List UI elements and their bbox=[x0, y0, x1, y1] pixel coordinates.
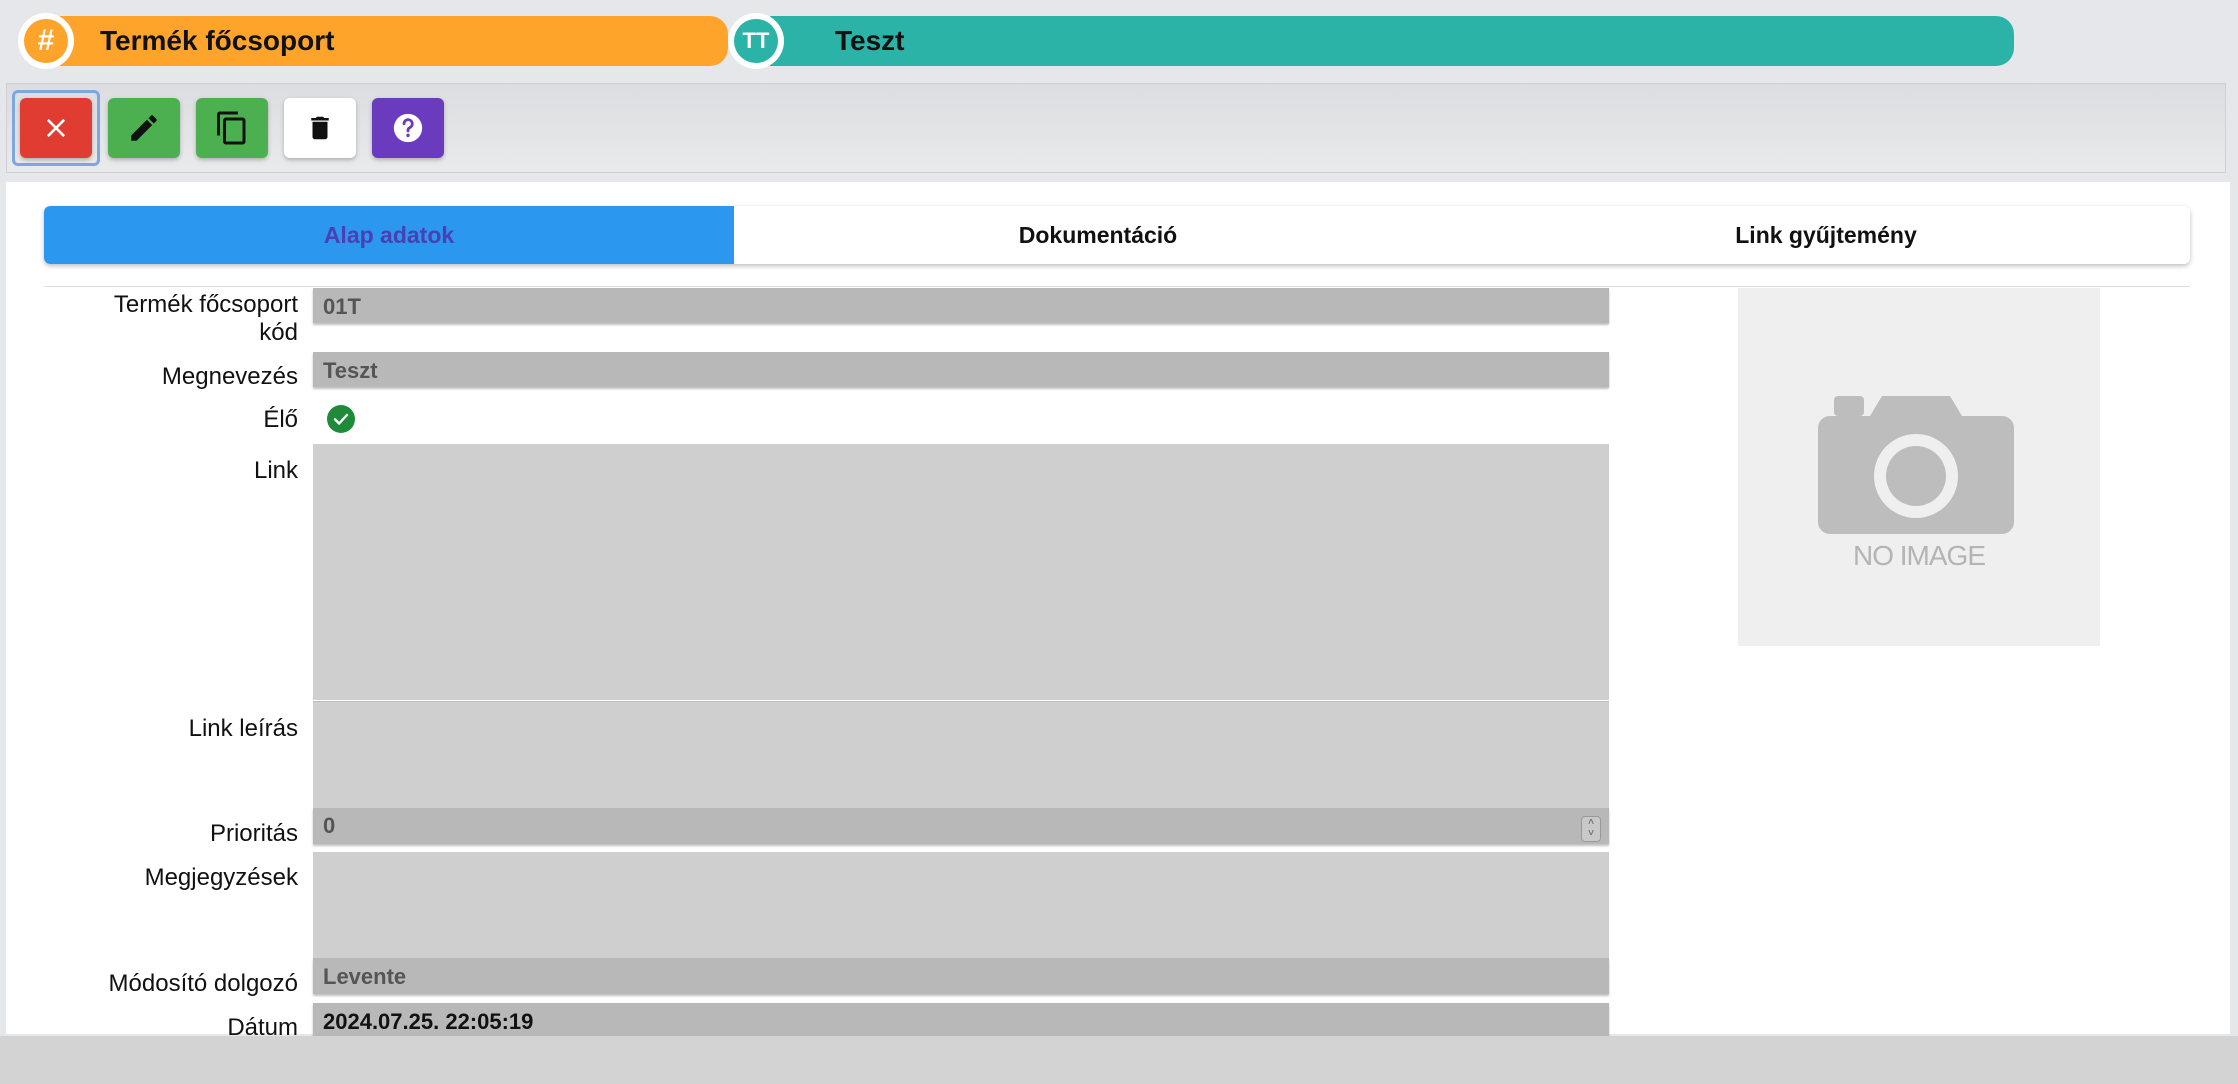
name-icon-badge: TT bbox=[728, 13, 784, 69]
modifier-label: Módosító dolgozó bbox=[108, 970, 298, 997]
link-description-label: Link leírás bbox=[188, 715, 298, 742]
camera-icon bbox=[1818, 396, 2014, 534]
code-field[interactable]: 01T bbox=[313, 288, 1609, 323]
chevron-up-icon[interactable]: ˄ bbox=[1582, 817, 1600, 828]
priority-label: Prioritás bbox=[209, 820, 298, 847]
chevron-down-icon[interactable]: ˅ bbox=[1582, 828, 1600, 839]
link-label: Link bbox=[253, 457, 298, 484]
help-icon bbox=[393, 113, 423, 143]
name-title: Teszt bbox=[835, 25, 905, 56]
code-label-line1: Termék főcsoport bbox=[113, 291, 298, 318]
notes-textarea[interactable] bbox=[313, 852, 1609, 958]
date-field: 2024.07.25. 22:05:19 bbox=[313, 1003, 1609, 1036]
priority-stepper[interactable]: ˄ ˅ bbox=[1581, 816, 1601, 842]
trash-icon bbox=[311, 116, 329, 140]
help-button[interactable] bbox=[372, 98, 444, 158]
priority-value: 0 bbox=[323, 813, 336, 838]
link-description-textarea[interactable] bbox=[313, 702, 1609, 808]
divider bbox=[44, 286, 2190, 287]
tab-bar: Alap adatok Dokumentáció Link gyűjtemény bbox=[44, 206, 2190, 264]
check-icon bbox=[333, 413, 349, 425]
code-label-line2: kód bbox=[259, 319, 298, 346]
name-pill: Teszt bbox=[770, 16, 2014, 66]
modifier-field: Levente bbox=[313, 958, 1609, 994]
text-format-icon: TT bbox=[734, 19, 778, 63]
name-field[interactable]: Teszt bbox=[313, 352, 1609, 387]
priority-field[interactable]: 0 ˄ ˅ bbox=[313, 808, 1609, 844]
form-labels: Termék főcsoport kód Megnevezés Élő Link… bbox=[38, 0, 298, 1084]
link-textarea[interactable] bbox=[313, 444, 1609, 700]
name-label: Megnevezés bbox=[161, 363, 298, 390]
tab-link-collection[interactable]: Link gyűjtemény bbox=[1462, 206, 2190, 264]
live-label: Élő bbox=[263, 406, 298, 433]
footer-bar bbox=[0, 1036, 2238, 1084]
tab-documentation[interactable]: Dokumentáció bbox=[734, 206, 1462, 264]
notes-label: Megjegyzések bbox=[144, 864, 298, 891]
no-image-text: NO IMAGE bbox=[1852, 540, 1986, 571]
image-placeholder[interactable]: NO IMAGE bbox=[1738, 288, 2100, 646]
live-checkbox[interactable] bbox=[327, 405, 355, 433]
